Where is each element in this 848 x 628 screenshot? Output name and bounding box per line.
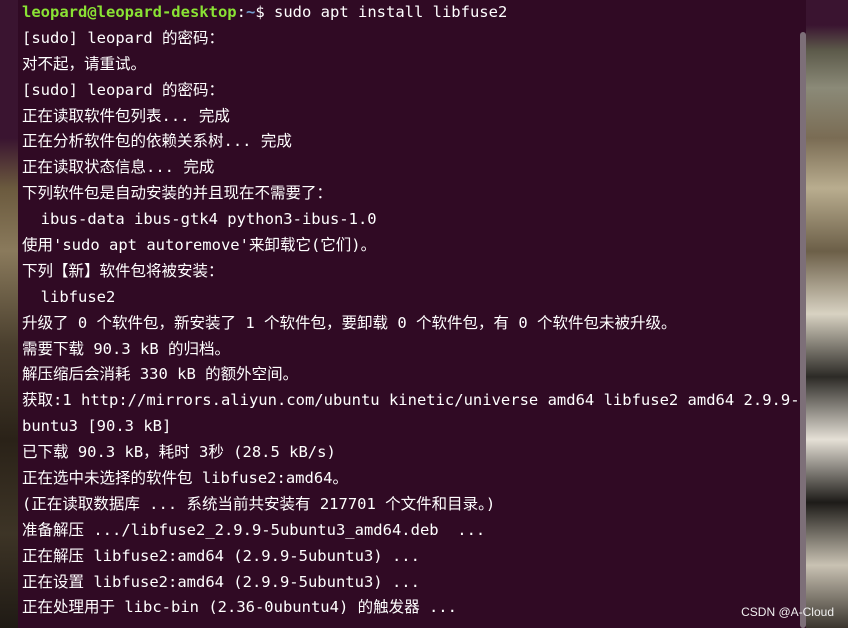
prompt-user-host: leopard@leopard-desktop (22, 3, 237, 21)
output-line: 对不起，请重试。 (22, 54, 147, 73)
prompt-symbol: $ (255, 3, 265, 21)
output-line: 下列软件包是自动安装的并且现在不需要了： (22, 184, 333, 203)
output-line: [sudo] leopard 的密码： (22, 80, 224, 99)
output-line: 下列【新】软件包将被安装： (22, 261, 224, 280)
output-line: [sudo] leopard 的密码： (22, 28, 224, 47)
prompt-command: sudo apt install libfuse2 (264, 3, 508, 21)
output-line: 正在选中未选择的软件包 libfuse2:amd64。 (22, 469, 348, 488)
output-line: buntu3 [90.3 kB] (22, 417, 172, 436)
output-line: 已下载 90.3 kB，耗时 3秒 (28.5 kB/s) (22, 443, 336, 462)
output-line: 正在分析软件包的依赖关系树... 完成 (22, 132, 292, 151)
output-line: 需要下载 90.3 kB 的归档。 (22, 339, 230, 358)
terminal-scrollbar[interactable] (800, 32, 806, 628)
output-line: 使用'sudo apt autoremove'来卸载它(它们)。 (22, 236, 377, 255)
output-line: libfuse2 (22, 287, 116, 306)
desktop-wallpaper-right (806, 0, 848, 628)
output-line: 正在解压 libfuse2:amd64 (2.9.9-5ubuntu3) ... (22, 546, 420, 565)
watermark: CSDN @A-Cloud (741, 605, 834, 619)
output-line: 正在设置 libfuse2:amd64 (2.9.9-5ubuntu3) ... (22, 572, 420, 591)
terminal-window[interactable]: leopard@leopard-desktop:~$ sudo apt inst… (18, 0, 806, 628)
prompt-separator: : (236, 3, 246, 21)
output-line: 正在处理用于 libc-bin (2.36-0ubuntu4) 的触发器 ... (22, 598, 457, 617)
prompt-path: ~ (245, 3, 256, 21)
output-line: 正在读取状态信息... 完成 (22, 158, 215, 177)
output-line: 获取:1 http://mirrors.aliyun.com/ubuntu ki… (22, 391, 802, 410)
output-line: 解压缩后会消耗 330 kB 的额外空间。 (22, 365, 299, 384)
output-line: 升级了 0 个软件包，新安装了 1 个软件包，要卸载 0 个软件包，有 0 个软… (22, 313, 677, 332)
output-line: (正在读取数据库 ... 系统当前共安装有 217701 个文件和目录。) (22, 494, 496, 513)
prompt-line: leopard@leopard-desktop:~$ sudo apt inst… (22, 0, 802, 26)
output-line: 正在读取软件包列表... 完成 (22, 106, 230, 125)
terminal-output: leopard@leopard-desktop:~$ sudo apt inst… (22, 0, 802, 621)
output-line: ibus-data ibus-gtk4 python3-ibus-1.0 (22, 210, 377, 229)
desktop-wallpaper-left (0, 0, 18, 628)
output-line: 准备解压 .../libfuse2_2.9.9-5ubuntu3_amd64.d… (22, 520, 486, 539)
